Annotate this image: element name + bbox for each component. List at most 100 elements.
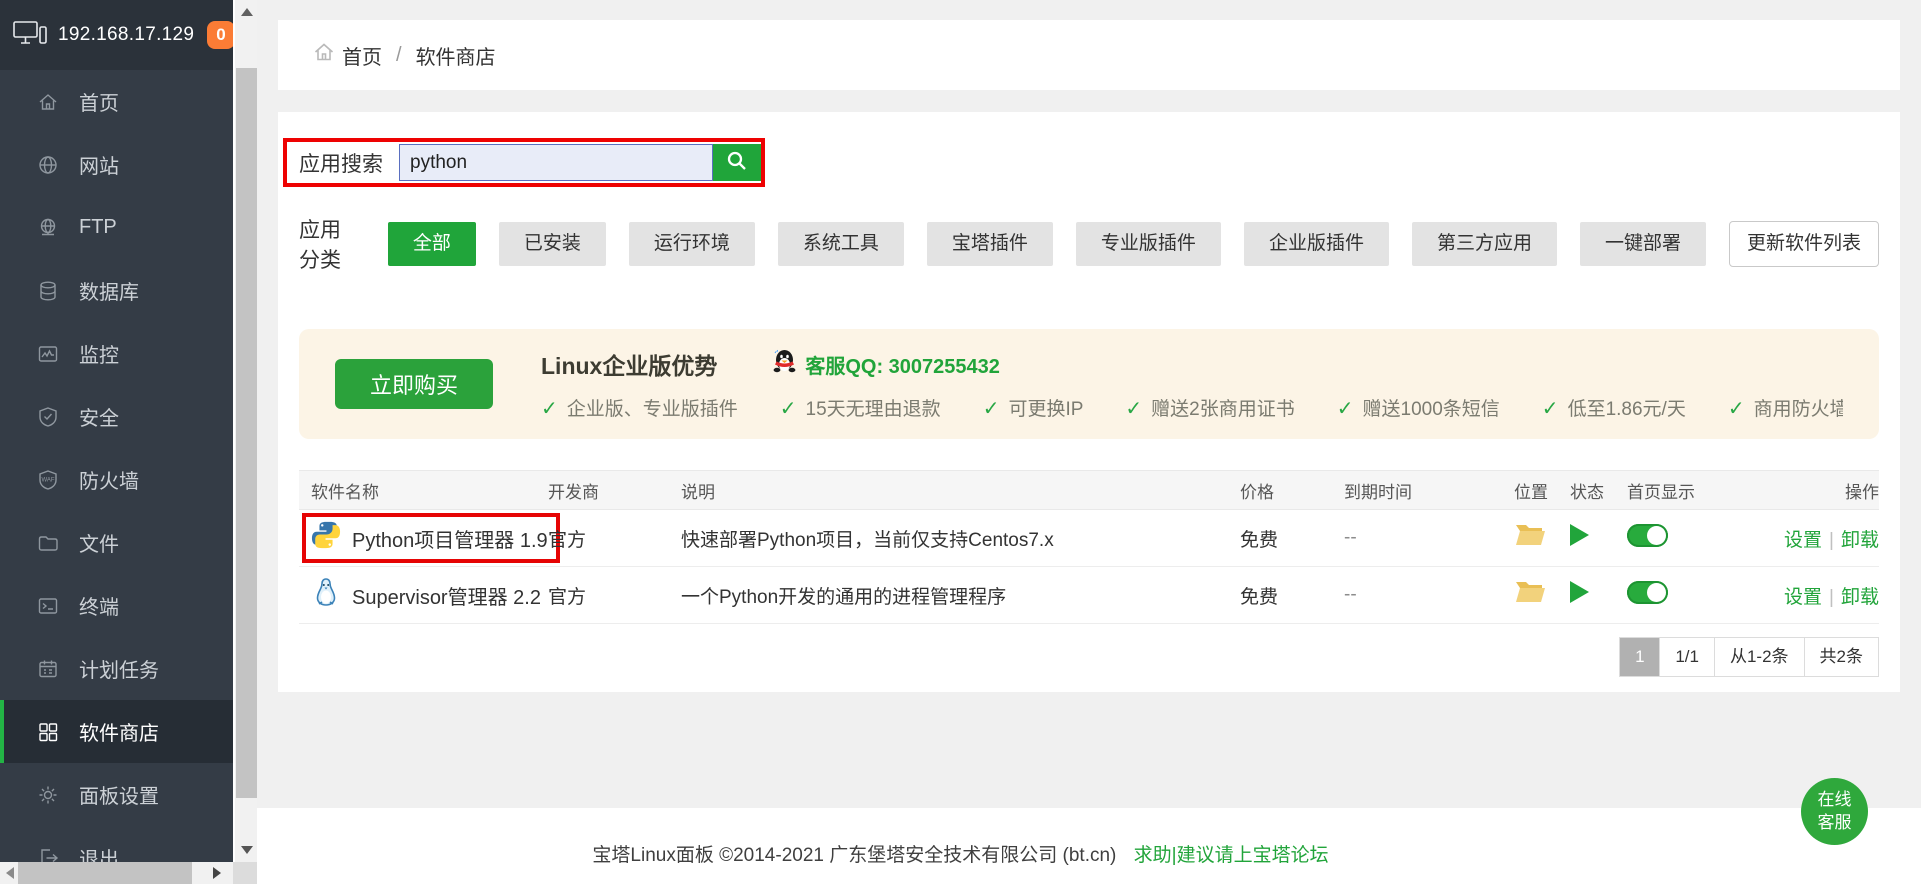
- check-icon: ✓: [1728, 398, 1745, 420]
- notification-badge[interactable]: 0: [207, 21, 233, 49]
- app-developer: 官方: [548, 582, 681, 609]
- sidebar-item-monitor[interactable]: 监控: [0, 322, 233, 385]
- sidebar-header: 192.168.17.129 0: [0, 0, 233, 70]
- sidebar-item-home[interactable]: 首页: [0, 70, 233, 133]
- category-tab-runtime[interactable]: 运行环境: [629, 222, 755, 266]
- table-header: 软件名称 开发商 说明 价格 到期时间 位置 状态 首页显示 操作: [299, 470, 1879, 510]
- banner-title: Linux企业版优势: [541, 347, 717, 381]
- homepage-display-toggle[interactable]: [1627, 581, 1668, 604]
- homepage-display-toggle[interactable]: [1627, 524, 1668, 547]
- software-table: 软件名称 开发商 说明 价格 到期时间 位置 状态 首页显示 操作 Python…: [299, 470, 1879, 624]
- python-app-icon: [311, 520, 341, 556]
- scroll-right-icon[interactable]: [213, 867, 221, 879]
- app-name: Supervisor管理器 2.2: [352, 581, 541, 610]
- sidebar-item-terminal[interactable]: 终端: [0, 574, 233, 637]
- category-tab-all[interactable]: 全部: [388, 222, 476, 266]
- sidebar-item-firewall[interactable]: WAF 防火墙: [0, 448, 233, 511]
- sidebar-item-cron[interactable]: 计划任务: [0, 637, 233, 700]
- svg-text:WAF: WAF: [41, 477, 54, 483]
- sidebar-vertical-scrollbar[interactable]: [233, 0, 257, 862]
- copyright-text: 宝塔Linux面板 ©2014-2021 广东堡塔安全技术有限公司 (bt.cn…: [592, 845, 1116, 866]
- open-folder-icon[interactable]: [1514, 579, 1547, 611]
- settings-link[interactable]: 设置: [1784, 530, 1822, 551]
- category-label: 应用分类: [299, 214, 362, 274]
- scroll-left-icon[interactable]: [6, 867, 14, 879]
- gear-icon: [36, 783, 60, 807]
- server-ip: 192.168.17.129: [58, 24, 194, 46]
- sidebar-item-logout[interactable]: 退出: [0, 826, 233, 862]
- buy-now-button[interactable]: 立即购买: [335, 359, 493, 409]
- search-icon: [725, 149, 749, 176]
- sidebar-item-sites[interactable]: 网站: [0, 133, 233, 196]
- category-tab-bt-plugins[interactable]: 宝塔插件: [927, 222, 1053, 266]
- forum-link[interactable]: 求助|建议请上宝塔论坛: [1134, 845, 1329, 866]
- table-row: Supervisor管理器 2.2 官方 一个Python开发的通用的进程管理程…: [299, 567, 1879, 624]
- table-row: Python项目管理器 1.9 官方 快速部署Python项目，当前仅支持Cen…: [299, 510, 1879, 567]
- app-store-card: 应用搜索 应用分类 全部 已安装 运行环境 系统工具 宝塔插件 专业版插件 企业…: [278, 112, 1900, 692]
- sidebar-item-panel-settings[interactable]: 面板设置: [0, 763, 233, 826]
- check-icon: ✓: [1542, 398, 1559, 420]
- category-tab-pro-plugins[interactable]: 专业版插件: [1076, 222, 1221, 266]
- ftp-globe-icon: [36, 216, 60, 240]
- globe-icon: [36, 153, 60, 177]
- sidebar: 192.168.17.129 0 首页 网站 FTP 数据库 监控 安全 WAF: [0, 0, 233, 862]
- horizontal-scroll-thumb[interactable]: [18, 862, 192, 884]
- running-status-icon[interactable]: [1570, 524, 1589, 546]
- scroll-down-icon[interactable]: [241, 846, 253, 854]
- category-tab-third-party[interactable]: 第三方应用: [1412, 222, 1557, 266]
- category-tab-installed[interactable]: 已安装: [499, 222, 606, 266]
- scroll-up-icon[interactable]: [241, 8, 253, 16]
- category-tab-system-tools[interactable]: 系统工具: [778, 222, 904, 266]
- sidebar-item-database[interactable]: 数据库: [0, 259, 233, 322]
- search-label: 应用搜索: [287, 148, 399, 178]
- page-number[interactable]: 1: [1619, 637, 1660, 677]
- sidebar-item-ftp[interactable]: FTP: [0, 196, 233, 259]
- open-folder-icon[interactable]: [1514, 522, 1547, 554]
- calendar-icon: [36, 657, 60, 681]
- breadcrumb-current[interactable]: 软件商店: [416, 41, 496, 70]
- breadcrumb-home-link[interactable]: 首页: [312, 40, 382, 70]
- category-tab-one-click[interactable]: 一键部署: [1580, 222, 1706, 266]
- vertical-scroll-thumb[interactable]: [236, 68, 257, 798]
- breadcrumb-home-icon: [312, 40, 342, 70]
- horizontal-scrollbar[interactable]: [0, 862, 233, 884]
- enterprise-banner: 立即购买 Linux企业版优势 客服QQ: 3007255432 ✓企业版、专业…: [299, 329, 1879, 439]
- app-description: 一个Python开发的通用的进程管理程序: [681, 582, 1240, 609]
- supervisor-app-icon: [311, 577, 341, 613]
- sidebar-item-app-store[interactable]: 软件商店: [0, 700, 233, 763]
- search-annotation-box: 应用搜索: [283, 138, 765, 187]
- page-range: 从1-2条: [1714, 637, 1805, 677]
- running-status-icon[interactable]: [1570, 581, 1589, 603]
- logout-icon: [36, 846, 60, 863]
- banner-features: ✓企业版、专业版插件 ✓15天无理由退款 ✓可更换IP ✓赠送2张商用证书 ✓赠…: [541, 394, 1843, 421]
- uninstall-link[interactable]: 卸载: [1841, 530, 1879, 551]
- scrollbar-corner: [233, 862, 257, 884]
- category-row: 应用分类 全部 已安装 运行环境 系统工具 宝塔插件 专业版插件 企业版插件 第…: [299, 214, 1879, 274]
- main-content: 首页 / 软件商店 应用搜索 应用分类 全部 已安装 运行环境 系统工具 宝塔插…: [257, 0, 1921, 808]
- folder-icon: [36, 531, 60, 555]
- sidebar-menu: 首页 网站 FTP 数据库 监控 安全 WAF 防火墙 文件: [0, 70, 233, 862]
- settings-link[interactable]: 设置: [1784, 587, 1822, 608]
- database-icon: [36, 279, 60, 303]
- monitor-chart-icon: [36, 342, 60, 366]
- page-total: 共2条: [1804, 637, 1879, 677]
- uninstall-link[interactable]: 卸载: [1841, 587, 1879, 608]
- shield-check-icon: [36, 405, 60, 429]
- online-service-button[interactable]: 在线 客服: [1801, 778, 1868, 845]
- waf-shield-icon: WAF: [36, 468, 60, 492]
- breadcrumb-separator: /: [396, 44, 402, 67]
- sidebar-item-security[interactable]: 安全: [0, 385, 233, 448]
- check-icon: ✓: [1337, 398, 1354, 420]
- search-button[interactable]: [713, 144, 761, 181]
- pagination: 1 1/1 从1-2条 共2条: [299, 637, 1879, 677]
- category-tab-enterprise-plugins[interactable]: 企业版插件: [1244, 222, 1389, 266]
- breadcrumb: 首页 / 软件商店: [278, 20, 1900, 90]
- update-software-list-button[interactable]: 更新软件列表: [1729, 221, 1879, 267]
- qq-penguin-icon: [772, 348, 805, 381]
- search-input[interactable]: [399, 144, 713, 181]
- qq-number: 客服QQ: 3007255432: [805, 350, 1000, 379]
- home-icon: [36, 90, 60, 114]
- terminal-icon: [36, 594, 60, 618]
- sidebar-item-files[interactable]: 文件: [0, 511, 233, 574]
- app-price: 免费: [1240, 582, 1344, 609]
